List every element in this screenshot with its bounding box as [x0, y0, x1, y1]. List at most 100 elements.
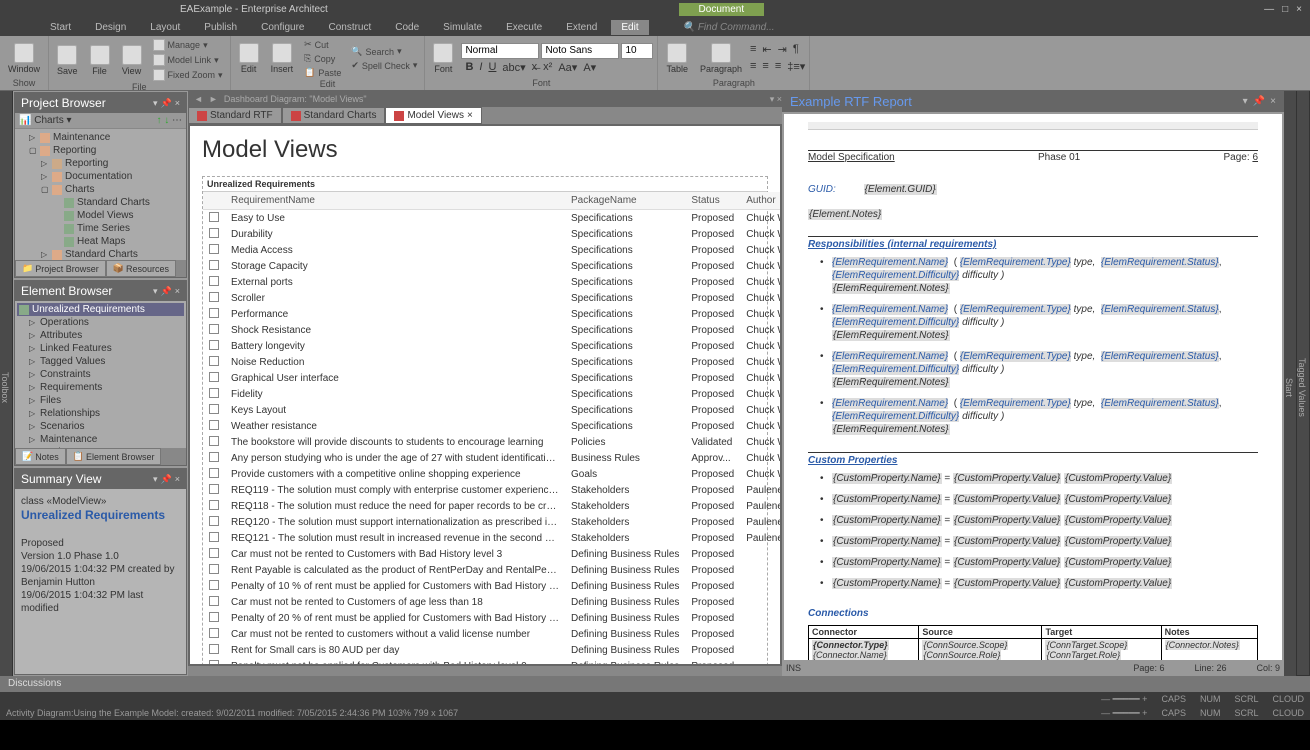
table-row[interactable]: External portsSpecificationsProposedChuc…	[203, 274, 780, 290]
table-button[interactable]: Table	[662, 41, 692, 76]
table-row[interactable]: PerformanceSpecificationsProposedChuck W…	[203, 306, 780, 322]
outdent-button[interactable]: ⇤	[762, 43, 771, 56]
tree-item[interactable]: ▷Maintenance	[17, 433, 184, 446]
discussions-bar[interactable]: Discussions	[0, 676, 1310, 692]
table-row[interactable]: REQ119 - The solution must comply with e…	[203, 482, 780, 498]
menu-configure[interactable]: Configure	[251, 20, 314, 35]
table-row[interactable]: Car must not be rented to Customers with…	[203, 546, 780, 562]
tree-item[interactable]: ▷Linked Features	[17, 342, 184, 355]
menu-construct[interactable]: Construct	[318, 20, 381, 35]
insert-button[interactable]: Insert	[267, 41, 298, 76]
fixed-zoom-button[interactable]: Fixed Zoom ▾	[150, 68, 226, 82]
case-button[interactable]: Aa▾	[558, 61, 577, 74]
tree-item[interactable]: Model Views	[17, 209, 184, 222]
style-combo[interactable]	[461, 43, 539, 59]
model-link-button[interactable]: Model Link ▾	[150, 53, 226, 67]
table-row[interactable]: Car must not be rented to customers with…	[203, 626, 780, 642]
table-row[interactable]: Graphical User interfaceSpecificationsPr…	[203, 370, 780, 386]
toolbox-tab[interactable]: Toolbox	[0, 91, 13, 676]
super-button[interactable]: x²	[543, 61, 552, 74]
minimize-icon[interactable]: —	[1264, 4, 1274, 15]
menu-simulate[interactable]: Simulate	[433, 20, 492, 35]
window-button[interactable]: Window	[4, 41, 44, 76]
table-row[interactable]: ScrollerSpecificationsProposedChuck Wils…	[203, 290, 780, 306]
table-row[interactable]: FidelitySpecificationsProposedChuck Wils…	[203, 386, 780, 402]
menu-publish[interactable]: Publish	[194, 20, 247, 35]
tree-item[interactable]: ▷Tagged Values	[17, 355, 184, 368]
menu-start[interactable]: Start	[40, 20, 81, 35]
menu-edit[interactable]: Edit	[611, 20, 648, 35]
cut-button[interactable]: ✂ Cut	[301, 38, 344, 51]
tree-item[interactable]: ▷Maintenance	[17, 131, 184, 144]
tree-item[interactable]: ▷Scenarios	[17, 420, 184, 433]
close-panel-icon[interactable]: ×	[175, 98, 180, 109]
align-left-button[interactable]: ≡	[750, 60, 756, 73]
tree-item[interactable]: ▷Documentation	[17, 170, 184, 183]
align-center-button[interactable]: ≡	[762, 60, 768, 73]
table-row[interactable]: REQ120 - The solution must support inter…	[203, 514, 780, 530]
tab-notes[interactable]: 📝 Notes	[15, 448, 66, 465]
tree-item[interactable]: ▷Operations	[17, 316, 184, 329]
line-spacing-button[interactable]: ‡≡▾	[787, 60, 805, 73]
doc-tab[interactable]: Standard RTF	[188, 107, 282, 124]
maximize-icon[interactable]: □	[1282, 4, 1288, 15]
table-row[interactable]: Penalty of 20 % of rent must be applied …	[203, 610, 780, 626]
file-button[interactable]: File	[86, 43, 114, 78]
table-row[interactable]: Provide customers with a competitive onl…	[203, 466, 780, 482]
spell-button[interactable]: ✔ Spell Check ▾	[348, 59, 420, 72]
tree-root[interactable]: Unrealized Requirements	[17, 303, 184, 316]
table-row[interactable]: Noise ReductionSpecificationsProposedChu…	[203, 354, 780, 370]
unpin-icon[interactable]: 📌	[161, 98, 172, 109]
indent-button[interactable]: ⇥	[778, 43, 787, 56]
close-icon[interactable]: ×	[1296, 4, 1302, 15]
manage-button[interactable]: Manage ▾	[150, 38, 226, 52]
nav-down-icon[interactable]: ↓	[164, 115, 169, 126]
table-row[interactable]: Easy to UseSpecificationsProposedChuck W…	[203, 210, 780, 227]
save-button[interactable]: Save	[53, 43, 82, 78]
sub-button[interactable]: abc▾	[502, 61, 525, 74]
table-row[interactable]: REQ118 - The solution must reduce the ne…	[203, 498, 780, 514]
tree-item[interactable]: ▢Reporting	[17, 144, 184, 157]
element-browser-tree[interactable]: Unrealized Requirements▷Operations▷Attri…	[15, 301, 186, 448]
strike-button[interactable]: x̶	[532, 61, 538, 74]
align-right-button[interactable]: ≡	[775, 60, 781, 73]
rtf-body[interactable]: Model Specification Phase 01 Page: 6 GUI…	[784, 114, 1282, 660]
font-button[interactable]: Font	[429, 41, 457, 76]
table-row[interactable]: Rent Payable is calculated as the produc…	[203, 562, 780, 578]
table-row[interactable]: Penalty of 10 % of rent must be applied …	[203, 578, 780, 594]
view-button[interactable]: View	[118, 43, 146, 78]
table-row[interactable]: Weather resistanceSpecificationsProposed…	[203, 418, 780, 434]
pilcrow-button[interactable]: ¶	[793, 43, 799, 56]
context-tab-document[interactable]: Document	[679, 3, 765, 16]
bold-button[interactable]: B	[465, 61, 473, 74]
find-command[interactable]: Find Command...	[673, 20, 785, 35]
size-combo[interactable]	[621, 43, 653, 59]
table-row[interactable]: Media AccessSpecificationsProposedChuck …	[203, 242, 780, 258]
nav-fwd-icon[interactable]: ►	[209, 94, 218, 104]
italic-button[interactable]: I	[479, 61, 482, 74]
browser-combo[interactable]: Charts	[34, 115, 63, 126]
tree-item[interactable]: ▢Charts	[17, 183, 184, 196]
tab-element-browser[interactable]: 📋 Element Browser	[66, 448, 162, 465]
table-row[interactable]: Car must not be rented to Customers of a…	[203, 594, 780, 610]
underline-button[interactable]: U	[488, 61, 496, 74]
menu-code[interactable]: Code	[385, 20, 429, 35]
doc-tab[interactable]: Standard Charts	[282, 107, 386, 124]
table-row[interactable]: The bookstore will provide discounts to …	[203, 434, 780, 450]
table-row[interactable]: Penalty must not be applied for Customer…	[203, 658, 780, 664]
table-row[interactable]: DurabilitySpecificationsProposedChuck Wi…	[203, 226, 780, 242]
tagged-values-tab[interactable]: Tagged Values	[1297, 91, 1310, 676]
nav-up-icon[interactable]: ↑	[156, 115, 161, 126]
doc-tab[interactable]: Model Views ×	[385, 107, 481, 124]
tab-project-browser[interactable]: 📁 Project Browser	[15, 260, 106, 277]
table-row[interactable]: Storage CapacitySpecificationsProposedCh…	[203, 258, 780, 274]
color-button[interactable]: A▾	[583, 61, 596, 74]
menu-execute[interactable]: Execute	[496, 20, 552, 35]
edit-button[interactable]: Edit	[235, 41, 263, 76]
menu-extend[interactable]: Extend	[556, 20, 607, 35]
h-scrollbar[interactable]	[188, 666, 782, 676]
project-browser-tree[interactable]: ▷Maintenance▢Reporting▷Reporting▷Documen…	[15, 129, 186, 260]
tree-item[interactable]: ▷Constraints	[17, 368, 184, 381]
table-row[interactable]: REQ121 - The solution must result in inc…	[203, 530, 780, 546]
menu-layout[interactable]: Layout	[140, 20, 190, 35]
